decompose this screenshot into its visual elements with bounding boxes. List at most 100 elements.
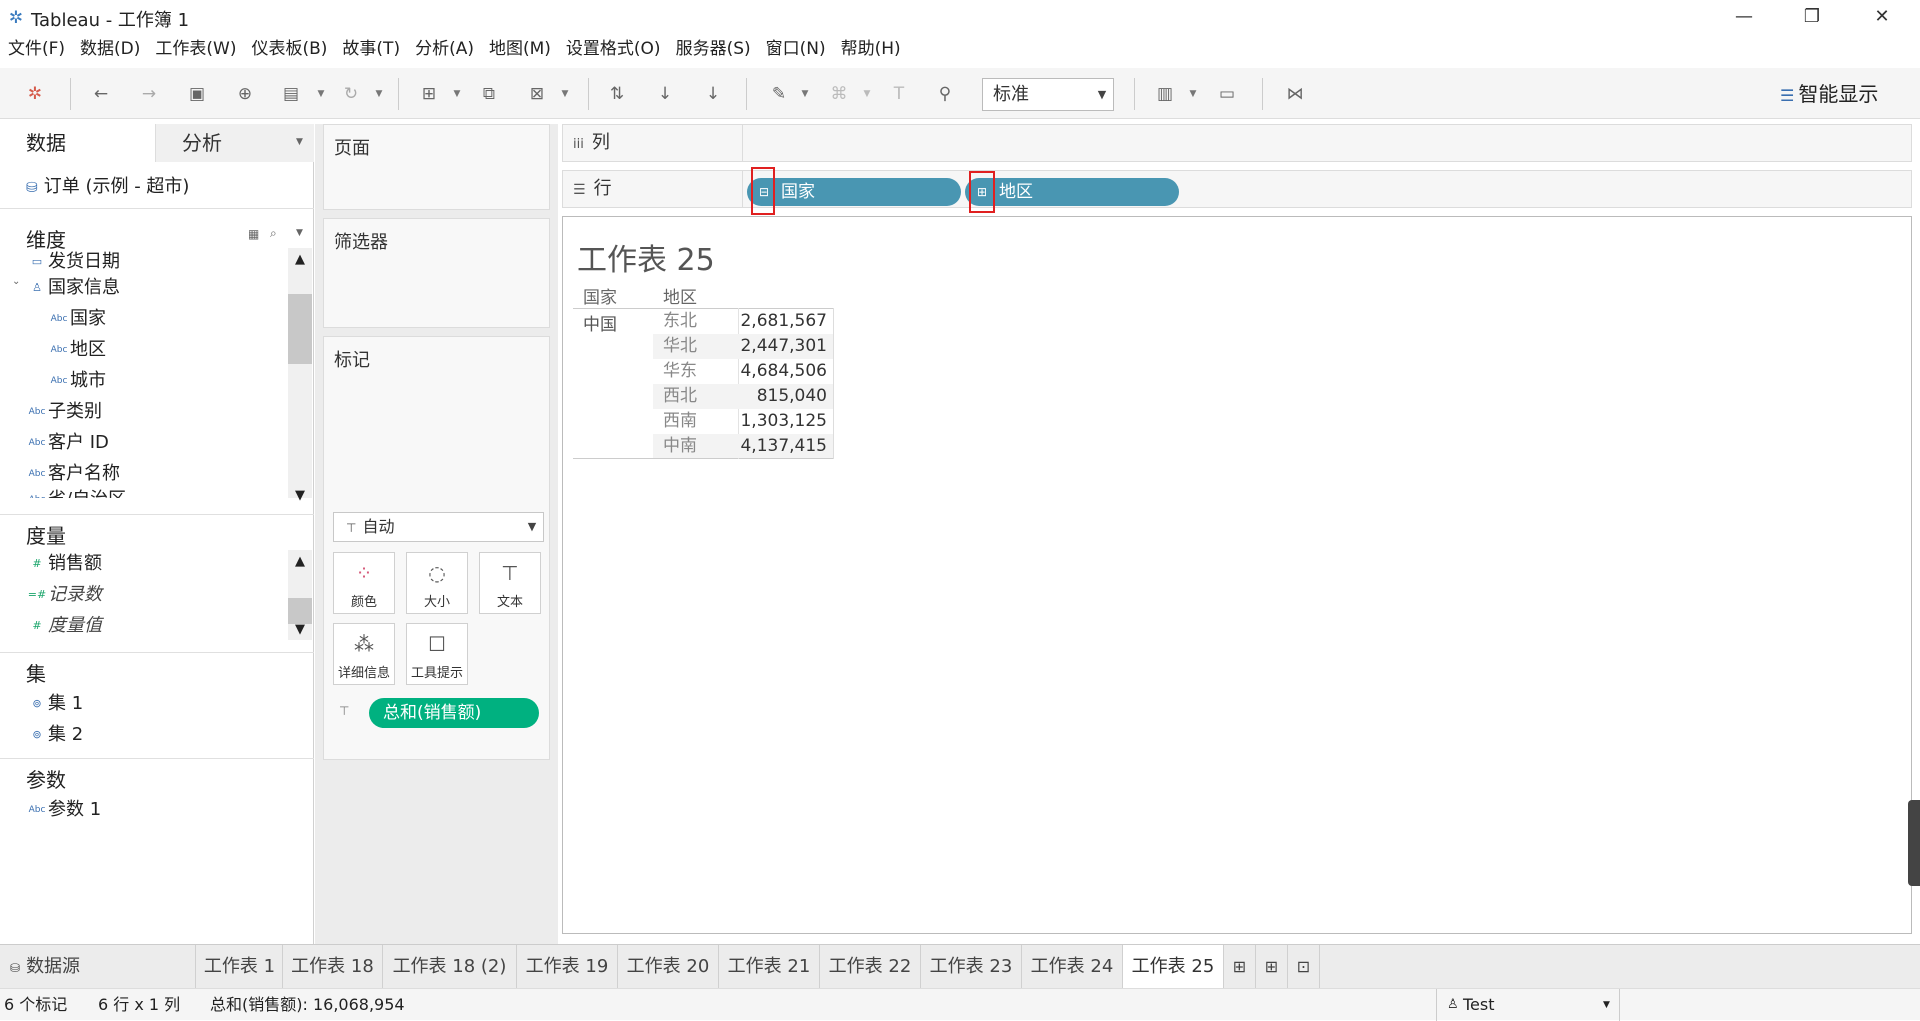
tab-datasource[interactable]: ⛁ 数据源	[0, 945, 196, 988]
field-customer-id[interactable]: Abc 客户 ID	[26, 429, 109, 457]
filters-card[interactable]: 筛选器	[323, 218, 550, 328]
header-country[interactable]: 国家	[583, 283, 617, 308]
menu-window[interactable]: 窗口(N)	[766, 34, 826, 64]
table-row[interactable]: 中南 4,137,415	[653, 434, 833, 458]
columns-shelf[interactable]: iii 列	[562, 124, 1912, 162]
refresh-icon[interactable]: ↻	[338, 82, 364, 106]
new-dashboard-icon[interactable]: ⊞	[1256, 945, 1288, 988]
user-menu[interactable]: ♙ Test ▼	[1436, 989, 1620, 1021]
menu-story[interactable]: 故事(T)	[342, 34, 400, 64]
tab-sheet-23[interactable]: 工作表 23	[921, 945, 1022, 988]
show-mark-labels-icon[interactable]: T	[886, 82, 912, 106]
tab-sheet-20[interactable]: 工作表 20	[618, 945, 719, 988]
field-subcategory[interactable]: Abc 子类别	[26, 398, 102, 426]
datasource-item[interactable]: ⛁ 订单 (示例 - 超市)	[26, 172, 189, 198]
field-province[interactable]: Abc省/自治区	[26, 486, 127, 498]
sheet-title[interactable]: 工作表 25	[577, 235, 715, 279]
tab-sheet-18[interactable]: 工作表 18	[283, 945, 383, 988]
size-button[interactable]: ◌ 大小	[406, 552, 468, 614]
tab-sheet-22[interactable]: 工作表 22	[820, 945, 921, 988]
menu-file[interactable]: 文件(F)	[8, 34, 65, 64]
field-country-info[interactable]: ♙ 国家信息	[26, 274, 120, 302]
header-region[interactable]: 地区	[663, 283, 697, 308]
field-set-1[interactable]: ⊚ 集 1	[26, 690, 83, 718]
tab-sheet-18-2[interactable]: 工作表 18 (2)	[383, 945, 517, 988]
field-customer-name[interactable]: Abc 客户名称	[26, 460, 120, 488]
new-worksheet-icon[interactable]: ⊞	[1224, 945, 1256, 988]
group-dropdown-icon[interactable]: ▼	[862, 84, 872, 104]
scroll-down-icon[interactable]: ▼	[288, 620, 312, 640]
country-cell[interactable]: 中国	[583, 310, 617, 335]
sum-sales-pill[interactable]: 总和(销售额)	[369, 698, 539, 728]
fix-axes-icon[interactable]: ⚲	[932, 82, 958, 106]
field-city[interactable]: Abc 城市	[48, 367, 106, 395]
tableau-home-icon[interactable]: ✲	[22, 82, 48, 106]
dimensions-menu-icon[interactable]: ▼	[296, 228, 303, 238]
dimensions-scrollbar[interactable]	[288, 248, 312, 498]
row-pill-region[interactable]: 地区	[965, 178, 1179, 206]
menu-server[interactable]: 服务器(S)	[676, 34, 751, 64]
restore-button[interactable]: ❐	[1782, 2, 1842, 32]
new-datasource-icon[interactable]: ⊕	[232, 82, 258, 106]
table-row[interactable]: 西南 1,303,125	[653, 409, 833, 434]
scroll-down-icon[interactable]: ▼	[288, 486, 312, 506]
tooltip-button[interactable]: ☐ 工具提示	[406, 623, 468, 685]
menu-data[interactable]: 数据(D)	[80, 34, 140, 64]
show-cards-icon[interactable]: ▥	[1152, 82, 1178, 106]
new-sheet-icon[interactable]: ⊞	[416, 82, 442, 106]
group-members-icon[interactable]: ⌘	[826, 82, 852, 106]
sort-ascending-icon[interactable]: ↓	[652, 82, 678, 106]
field-set-2[interactable]: ⊚ 集 2	[26, 721, 83, 749]
tab-analysis[interactable]: 分析	[155, 124, 314, 162]
row-pill-country[interactable]: 国家	[747, 178, 961, 206]
clear-sheet-icon[interactable]: ⊠	[524, 82, 550, 106]
tab-sheet-24[interactable]: 工作表 24	[1022, 945, 1123, 988]
redo-icon[interactable]: →	[136, 82, 162, 106]
tab-sheet-25[interactable]: 工作表 25	[1123, 945, 1224, 988]
field-country[interactable]: Abc 国家	[48, 305, 106, 333]
detail-button[interactable]: ⁂ 详细信息	[333, 623, 395, 685]
field-parameter-1[interactable]: Abc 参数 1	[26, 796, 102, 824]
table-row[interactable]: 东北 2,681,567	[653, 309, 833, 334]
menu-format[interactable]: 设置格式(O)	[566, 34, 661, 64]
table-row[interactable]: 华东 4,684,506	[653, 359, 833, 384]
clear-dropdown-icon[interactable]: ▼	[560, 84, 570, 104]
tab-data[interactable]: 数据	[0, 124, 154, 162]
side-widget-handle[interactable]	[1908, 800, 1920, 886]
pause-updates-icon[interactable]: ▤	[278, 82, 304, 106]
rows-shelf[interactable]: ☰ 行 国家 ⊟ 地区 ⊞	[562, 167, 1912, 215]
duplicate-sheet-icon[interactable]: ⧉	[476, 82, 502, 106]
field-ship-date[interactable]: ▭ 发货日期	[26, 248, 120, 276]
tab-sheet-1[interactable]: 工作表 1	[197, 945, 283, 988]
menu-map[interactable]: 地图(M)	[489, 34, 551, 64]
highlight-dropdown-icon[interactable]: ▼	[800, 84, 810, 104]
tab-sheet-21[interactable]: 工作表 21	[719, 945, 820, 988]
text-encoding-icon[interactable]: ⊤	[339, 704, 349, 718]
minimize-button[interactable]: —	[1714, 2, 1774, 32]
close-button[interactable]: ✕	[1852, 2, 1912, 32]
grid-view-icon[interactable]: ▦	[248, 227, 259, 241]
swap-rows-columns-icon[interactable]: ⇅	[604, 82, 630, 106]
table-row[interactable]: 华北 2,447,301	[653, 334, 833, 359]
tab-sheet-19[interactable]: 工作表 19	[517, 945, 618, 988]
scroll-up-icon[interactable]: ▲	[288, 552, 312, 572]
presentation-mode-icon[interactable]: ▭	[1214, 82, 1240, 106]
pages-card[interactable]: 页面	[323, 124, 550, 210]
collapse-icon[interactable]: ⌄	[12, 276, 20, 287]
menu-analysis[interactable]: 分析(A)	[415, 34, 474, 64]
cards-dropdown-icon[interactable]: ▼	[1188, 84, 1198, 104]
pause-dropdown-icon[interactable]: ▼	[316, 84, 326, 104]
menu-help[interactable]: 帮助(H)	[841, 34, 901, 64]
show-me-button[interactable]: ☰ 智能显示	[1780, 80, 1910, 108]
share-icon[interactable]: ⋈	[1282, 82, 1308, 106]
worksheet-view[interactable]: 工作表 25 国家 地区 中国 东北 2,681,567 华北 2,447,301 …	[562, 216, 1912, 934]
field-region[interactable]: Abc 地区	[48, 336, 106, 364]
field-sales[interactable]: # 销售额	[26, 550, 102, 578]
new-sheet-dropdown-icon[interactable]: ▼	[452, 84, 462, 104]
mark-type-dropdown[interactable]: ⊤ 自动	[333, 512, 544, 542]
color-button[interactable]: ⁘ 颜色	[333, 552, 395, 614]
field-measure-values[interactable]: # 度量值	[26, 612, 102, 640]
scroll-up-icon[interactable]: ▲	[288, 250, 312, 270]
sort-descending-icon[interactable]: ↓	[700, 82, 726, 106]
chevron-down-icon[interactable]: ▼	[1090, 78, 1114, 111]
